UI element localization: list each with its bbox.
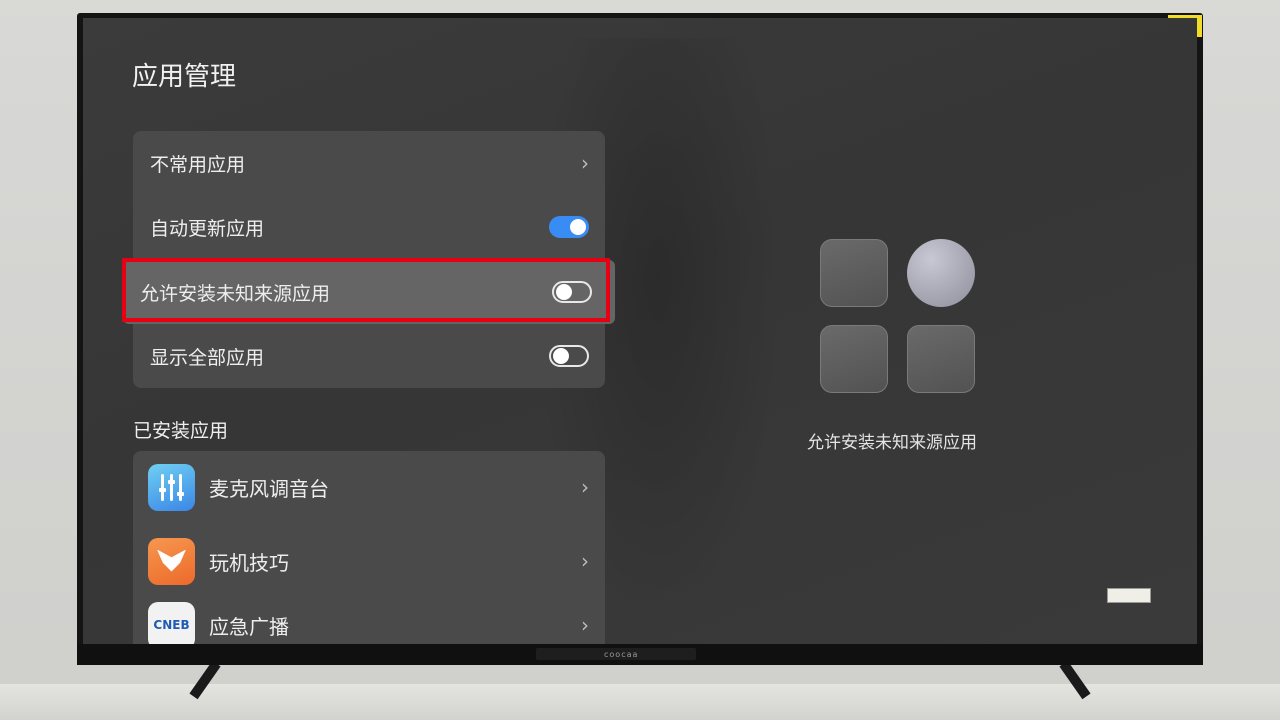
preview-tile-circle — [907, 239, 975, 307]
preview-tile — [907, 325, 975, 393]
row-show-all-apps[interactable]: 显示全部应用 — [133, 324, 605, 388]
app-name: 应急广播 — [209, 614, 289, 639]
app-item-mixer[interactable]: 麦克风调音台 › — [133, 451, 605, 523]
highlight-box — [122, 258, 610, 322]
chevron-right-icon: › — [581, 475, 589, 499]
row-label: 显示全部应用 — [150, 346, 265, 369]
show-all-apps-toggle[interactable] — [549, 345, 589, 367]
app-name: 麦克风调音台 — [209, 476, 329, 501]
cneb-icon: CNEB — [148, 601, 195, 644]
chevron-right-icon: › — [581, 549, 589, 573]
row-auto-update[interactable]: 自动更新应用 — [133, 195, 605, 259]
app-name: 玩机技巧 — [209, 550, 289, 575]
preview-caption: 允许安装未知来源应用 — [807, 433, 977, 453]
brand-logo: coocaa — [604, 650, 639, 659]
chevron-right-icon: › — [581, 151, 589, 175]
chevron-right-icon: › — [581, 613, 589, 637]
preview-tile — [820, 239, 888, 307]
tips-icon — [148, 537, 195, 585]
section-title: 已安装应用 — [133, 420, 229, 442]
installed-apps-list: 麦克风调音台 › 玩机技巧 › CNEB 应急广播 › — [133, 451, 605, 644]
app-item-emergency-broadcast[interactable]: CNEB 应急广播 › — [133, 589, 605, 644]
row-infrequent-apps[interactable]: 不常用应用 › — [133, 131, 605, 195]
page-title: 应用管理 — [132, 62, 237, 92]
row-label: 自动更新应用 — [150, 217, 265, 240]
barcode-sticker — [1107, 588, 1151, 603]
app-item-tips[interactable]: 玩机技巧 › — [133, 525, 605, 597]
auto-update-toggle[interactable] — [549, 216, 589, 238]
row-label: 不常用应用 — [150, 153, 246, 176]
mixer-icon — [148, 463, 195, 511]
tv-screen: 应用管理 不常用应用 › 自动更新应用 允许安装未知来源应用 显示全部应用 已安… — [83, 18, 1197, 644]
preview-tile — [820, 325, 888, 393]
